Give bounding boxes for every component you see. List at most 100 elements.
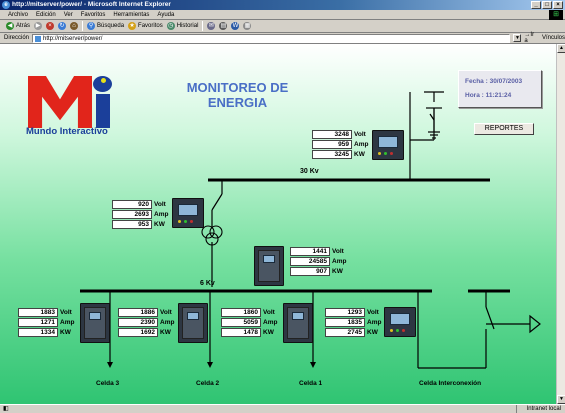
power-meter-device-trafo-hv[interactable] <box>172 198 204 228</box>
refresh-button[interactable]: ↻ <box>58 21 67 32</box>
intranet-zone: Intranet local <box>515 405 561 413</box>
menu-archivo[interactable]: Archivo <box>8 10 28 19</box>
logo-caption: Mundo Interactivo <box>26 126 108 137</box>
toolbar: ◀ Atrás ▶ × ↻ ⌂ ⚲ Búsqueda ★ Favoritos ◷ His… <box>0 20 565 33</box>
kw-value: 2745 <box>325 328 365 337</box>
toolbar-separator <box>202 21 204 31</box>
amp-value: 1271 <box>18 318 58 327</box>
go-button[interactable]: →Ir a <box>524 32 539 44</box>
mail-button[interactable]: ✉ <box>207 21 216 32</box>
reportes-button[interactable]: REPORTES <box>474 123 534 135</box>
celda-interconexion-label: Celda Interconexión <box>419 380 482 387</box>
amp-value: 2390 <box>118 318 158 327</box>
logo-letter-m <box>28 76 92 128</box>
forward-button[interactable]: ▶ <box>34 21 43 32</box>
bus-6kv-label: 6 Kv <box>200 280 215 287</box>
menu-edicion[interactable]: Edición <box>36 10 56 19</box>
meter-main-30kv: 3248 Volt 959 Amp 3245 KW <box>312 130 368 160</box>
page-title: MONITOREO DE ENERGIA <box>186 80 289 110</box>
search-button[interactable]: ⚲ Búsqueda <box>87 21 124 32</box>
power-meter-device-main[interactable] <box>372 130 404 160</box>
volt-value: 1860 <box>221 308 261 317</box>
celda-1-label: Celda 1 <box>299 380 323 387</box>
breaker-device-incomer[interactable] <box>254 246 284 286</box>
meter-celda-3: 1883 Volt 1271 Amp 1334 KW <box>18 308 74 338</box>
meter-celda-1: 1860 Volt 5059 Amp 1478 KW <box>221 308 277 338</box>
home-button[interactable]: ⌂ <box>70 21 79 32</box>
celda-2-label: Celda 2 <box>196 380 220 387</box>
logo-i-bar <box>96 94 110 128</box>
stop-button[interactable]: × <box>46 21 55 32</box>
window-titlebar: e http://mitserver/power/ - Microsoft In… <box>0 0 565 10</box>
volt-value: 1886 <box>118 308 158 317</box>
window-title: http://mitserver/power/ - Microsoft Inte… <box>12 1 171 8</box>
search-icon: ⚲ <box>87 22 96 30</box>
celda-3-label: Celda 3 <box>96 380 120 387</box>
breaker-device-celda-3[interactable] <box>80 303 110 343</box>
minimize-button[interactable]: _ <box>531 1 541 9</box>
amp-value: 2693 <box>112 210 152 219</box>
breaker-device-celda-2[interactable] <box>178 303 208 343</box>
back-button[interactable]: ◀ Atrás <box>6 21 30 32</box>
address-input[interactable]: http://mitserver/power/ <box>32 33 511 43</box>
kw-value: 3245 <box>312 150 352 159</box>
edit-button[interactable]: W <box>231 21 240 32</box>
menu-ayuda[interactable]: Ayuda <box>157 10 174 19</box>
close-button[interactable]: × <box>553 1 563 9</box>
refresh-icon: ↻ <box>58 22 67 30</box>
volt-value: 3248 <box>312 130 352 139</box>
menu-bar: Archivo Edición Ver Favoritos Herramient… <box>0 10 565 20</box>
bus-30kv-label: 30 Kv <box>300 168 319 175</box>
stop-icon: × <box>46 22 55 30</box>
home-icon: ⌂ <box>70 22 79 30</box>
breaker-device-celda-1[interactable] <box>283 303 313 343</box>
datetime-panel: Fecha : 30/07/2003 Hora : 11:21:24 <box>458 70 542 108</box>
ie-icon: e <box>2 1 10 9</box>
mail-icon: ✉ <box>207 22 216 30</box>
meter-celda-2: 1886 Volt 2390 Amp 1692 KW <box>118 308 174 338</box>
volt-value: 1293 <box>325 308 365 317</box>
power-meter-device-interconexion[interactable] <box>384 307 416 337</box>
amp-value: 5059 <box>221 318 261 327</box>
status-bar: ◧ Intranet local <box>0 404 565 413</box>
windows-logo-icon: ⊞ <box>549 10 563 20</box>
favorites-button[interactable]: ★ Favoritos <box>128 21 163 32</box>
forward-arrow-icon: ▶ <box>34 22 43 30</box>
page-content: Mundo Interactivo MONITOREO DE ENERGIA F… <box>0 44 556 404</box>
volt-value: 1441 <box>290 247 330 256</box>
maximize-button[interactable]: □ <box>542 1 552 9</box>
print-button[interactable]: ▤ <box>219 21 228 32</box>
menu-herramientas[interactable]: Herramientas <box>113 10 149 19</box>
links-label[interactable]: Vínculos <box>542 35 565 41</box>
back-arrow-icon: ◀ <box>6 22 14 30</box>
kw-value: 907 <box>290 267 330 276</box>
kw-value: 1692 <box>118 328 158 337</box>
favorites-icon: ★ <box>128 22 137 30</box>
hora-row: Hora : 11:21:24 <box>465 92 512 99</box>
toolbar-separator <box>82 21 84 31</box>
page-icon <box>35 35 42 42</box>
address-label: Dirección <box>4 35 30 41</box>
vertical-scrollbar[interactable]: ▲ ▼ <box>556 44 565 404</box>
fecha-value: 30/07/2003 <box>489 78 523 85</box>
address-dropdown-button[interactable]: ▼ <box>513 34 522 42</box>
kw-value: 953 <box>112 220 152 229</box>
meter-celda-interconexion: 1293 Volt 1835 Amp 2745 KW <box>325 308 381 338</box>
address-bar: Dirección http://mitserver/power/ ▼ →Ir … <box>0 32 565 44</box>
volt-value: 1883 <box>18 308 58 317</box>
scroll-up-icon[interactable]: ▲ <box>557 44 565 53</box>
history-button[interactable]: ◷ Historial <box>166 21 198 32</box>
meter-transformer-hv: 920 Volt 2693 Amp 953 KW <box>112 200 168 230</box>
menu-ver[interactable]: Ver <box>64 10 73 19</box>
kw-value: 1334 <box>18 328 58 337</box>
logo-i-dot <box>93 76 112 92</box>
status-page-icon: ◧ <box>3 406 9 412</box>
amp-value: 24585 <box>290 257 330 266</box>
discuss-icon: ▦ <box>243 22 252 30</box>
hora-value: 11:21:24 <box>485 92 512 99</box>
menu-favoritos[interactable]: Favoritos <box>81 10 106 19</box>
scroll-down-icon[interactable]: ▼ <box>557 395 565 404</box>
discuss-button[interactable]: ▦ <box>243 21 252 32</box>
amp-value: 1835 <box>325 318 365 327</box>
fecha-row: Fecha : 30/07/2003 <box>465 78 523 85</box>
